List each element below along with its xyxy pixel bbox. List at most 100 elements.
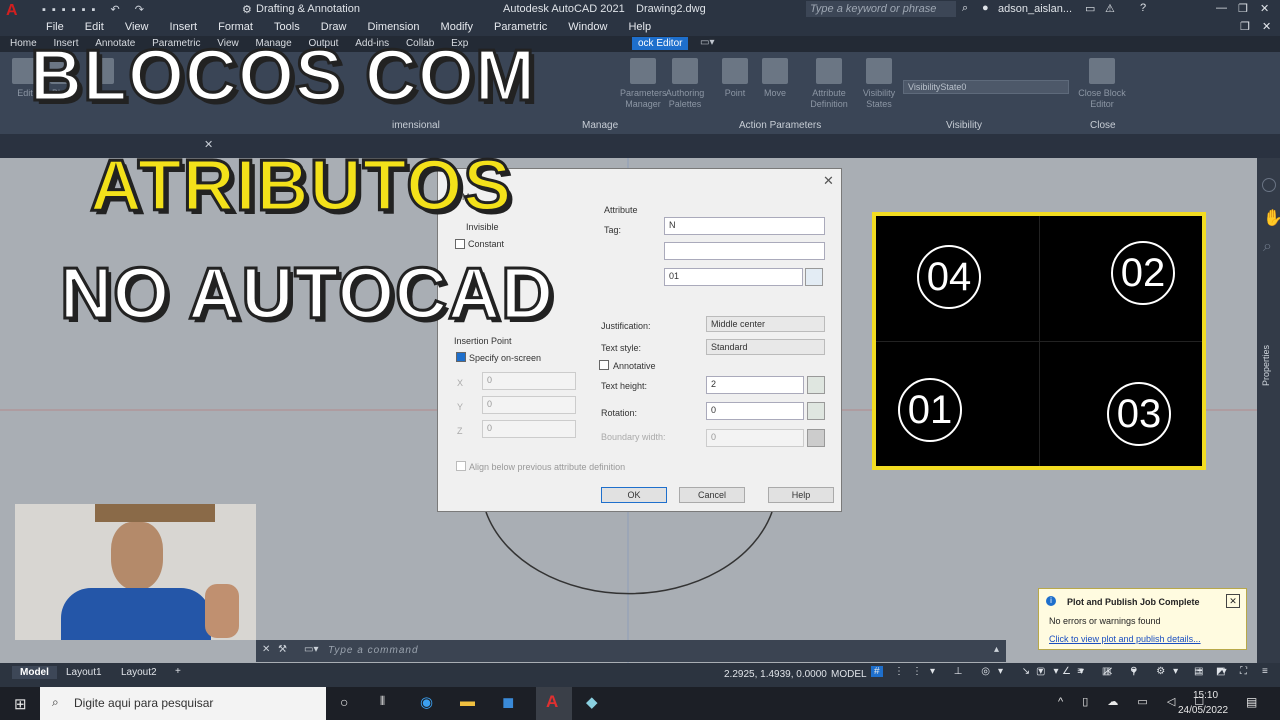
- ribbon-toggle-icon[interactable]: ▭▾: [700, 37, 714, 48]
- parameters-manager-icon: [630, 58, 656, 84]
- rotation-input[interactable]: 0: [706, 402, 804, 420]
- prompt-input[interactable]: [664, 242, 825, 260]
- command-history-icon[interactable]: ▭▾: [304, 644, 318, 655]
- notification-message: No errors or warnings found: [1049, 616, 1161, 626]
- quick-access-icons[interactable]: ▪▪▪▪▪▪ ↶ ↷: [42, 3, 150, 16]
- dialog-close-icon[interactable]: ✕: [823, 173, 834, 189]
- clock-time[interactable]: 15:10: [1193, 690, 1218, 701]
- drawn-circle-arc: [485, 511, 773, 595]
- command-close-icon[interactable]: ✕: [262, 644, 270, 655]
- cortana-icon[interactable]: ○: [340, 694, 348, 710]
- user-icon[interactable]: ●: [982, 2, 989, 14]
- close-icon[interactable]: ✕: [1260, 2, 1269, 15]
- menu-draw[interactable]: Draw: [321, 21, 347, 33]
- layout-tab-layout1[interactable]: Layout1: [66, 667, 102, 678]
- app-taskbar-icon[interactable]: ◆: [586, 693, 598, 711]
- maximize-icon[interactable]: ❐: [1238, 2, 1248, 15]
- steering-wheel-icon[interactable]: [1262, 178, 1276, 192]
- cart-icon[interactable]: ▭: [1085, 2, 1095, 15]
- menu-insert[interactable]: Insert: [170, 21, 198, 33]
- visibility-states-label: Visibility States: [862, 88, 896, 109]
- attribute-definition-button[interactable]: Attribute Definition: [806, 58, 852, 114]
- model-space-toggle[interactable]: MODEL: [831, 669, 867, 680]
- rotation-pick-icon[interactable]: [807, 402, 825, 420]
- notification-link[interactable]: Click to view plot and publish details..…: [1049, 634, 1201, 644]
- tag-input[interactable]: N: [664, 217, 825, 235]
- close-block-editor-button[interactable]: Close Block Editor: [1074, 58, 1130, 114]
- pan-icon[interactable]: ✋: [1263, 208, 1280, 228]
- menu-dimension[interactable]: Dimension: [368, 21, 420, 33]
- layout-tab-layout2[interactable]: Layout2: [121, 667, 157, 678]
- authoring-palettes-button[interactable]: Authoring Palettes: [662, 58, 708, 114]
- menu-parametric[interactable]: Parametric: [494, 21, 547, 33]
- menu-modify[interactable]: Modify: [441, 21, 473, 33]
- command-input[interactable]: Type a command: [328, 645, 419, 656]
- help-icon[interactable]: ?: [1140, 2, 1146, 14]
- annotative-checkbox[interactable]: [599, 360, 609, 370]
- menu-file[interactable]: File: [46, 21, 64, 33]
- y-input[interactable]: 0: [482, 396, 576, 414]
- customize-menu-icon[interactable]: ≡: [1262, 666, 1268, 677]
- grid-icon[interactable]: #: [871, 666, 883, 677]
- text-height-pick-icon[interactable]: [807, 376, 825, 394]
- default-input[interactable]: 01: [664, 268, 803, 286]
- taskbar-search-box[interactable]: ⌕ Digite aqui para pesquisar: [40, 687, 326, 720]
- minimize-icon[interactable]: —: [1216, 2, 1227, 14]
- printer-icon[interactable]: ▤: [1194, 666, 1203, 677]
- menu-view[interactable]: View: [125, 21, 149, 33]
- webcam-person-hand: [205, 584, 239, 638]
- workspace-label[interactable]: Drafting & Annotation: [256, 3, 360, 15]
- file-explorer-icon[interactable]: ▬: [460, 693, 475, 710]
- task-view-icon[interactable]: ⫴: [380, 694, 385, 709]
- specify-on-screen-checkbox[interactable]: [456, 352, 466, 362]
- constant-checkbox[interactable]: [455, 239, 465, 249]
- cancel-button[interactable]: Cancel: [679, 487, 745, 503]
- taskbar-search-input[interactable]: Digite aqui para pesquisar: [74, 696, 213, 710]
- coordinates-readout[interactable]: 2.2925, 1.4939, 0.0000: [724, 669, 827, 680]
- menu-edit[interactable]: Edit: [85, 21, 104, 33]
- help-button[interactable]: Help: [768, 487, 834, 503]
- visibility-states-button[interactable]: Visibility States: [856, 58, 902, 114]
- autocad-taskbar-button[interactable]: A: [536, 687, 572, 720]
- menu-window[interactable]: Window: [568, 21, 607, 33]
- windows-start-icon[interactable]: ⊞: [14, 695, 27, 713]
- text-style-select[interactable]: Standard: [706, 339, 825, 355]
- add-layout-icon[interactable]: +: [175, 666, 181, 677]
- justification-select[interactable]: Middle center: [706, 316, 825, 332]
- visibility-state-select[interactable]: VisibilityState0: [903, 80, 1069, 94]
- doc-restore-icon[interactable]: ❐: [1240, 20, 1250, 33]
- isolate-icon[interactable]: ◩: [1216, 666, 1225, 677]
- status-tool-icons[interactable]: ▢▾ ≡ ▥ ⚲ ⚙▾ + ▾: [1036, 666, 1235, 677]
- layout-tab-model[interactable]: Model: [12, 666, 57, 679]
- doc-close-icon[interactable]: ✕: [1262, 20, 1271, 33]
- fullscreen-icon[interactable]: ⛶: [1240, 666, 1247, 677]
- insert-field-icon[interactable]: [805, 268, 823, 286]
- z-input[interactable]: 0: [482, 420, 576, 438]
- exchange-icon[interactable]: ⚠: [1105, 2, 1115, 15]
- command-customize-icon[interactable]: ⚒: [278, 644, 287, 655]
- clock-date[interactable]: 24/05/2022: [1178, 705, 1228, 716]
- help-search-input[interactable]: Type a keyword or phrase: [806, 1, 956, 17]
- command-scroll-icon[interactable]: ▴: [994, 644, 999, 655]
- boundary-width-pick-icon[interactable]: [807, 429, 825, 447]
- edge-icon[interactable]: ◉: [420, 693, 433, 711]
- menu-tools[interactable]: Tools: [274, 21, 300, 33]
- notification-close-icon[interactable]: ✕: [1226, 594, 1240, 608]
- align-below-checkbox[interactable]: [456, 461, 466, 471]
- search-icon[interactable]: ⌕: [962, 2, 968, 15]
- zoom-icon[interactable]: ⌕: [1263, 238, 1272, 256]
- move-button[interactable]: Move: [752, 58, 798, 114]
- tab-block-editor[interactable]: ock Editor: [632, 37, 689, 50]
- text-height-input[interactable]: 2: [706, 376, 804, 394]
- workspace-gear-icon[interactable]: ⚙: [242, 3, 252, 16]
- user-name[interactable]: adson_aislan...: [998, 3, 1072, 15]
- boundary-width-input[interactable]: 0: [706, 429, 804, 447]
- properties-panel-tab[interactable]: Properties: [1261, 326, 1271, 386]
- parameters-manager-button[interactable]: Parameters Manager: [620, 58, 667, 114]
- menu-help[interactable]: Help: [628, 21, 651, 33]
- x-input[interactable]: 0: [482, 372, 576, 390]
- notifications-icon[interactable]: ▤: [1246, 695, 1257, 709]
- ok-button[interactable]: OK: [601, 487, 667, 503]
- menu-format[interactable]: Format: [218, 21, 253, 33]
- camtasia-icon[interactable]: ◼: [502, 693, 514, 711]
